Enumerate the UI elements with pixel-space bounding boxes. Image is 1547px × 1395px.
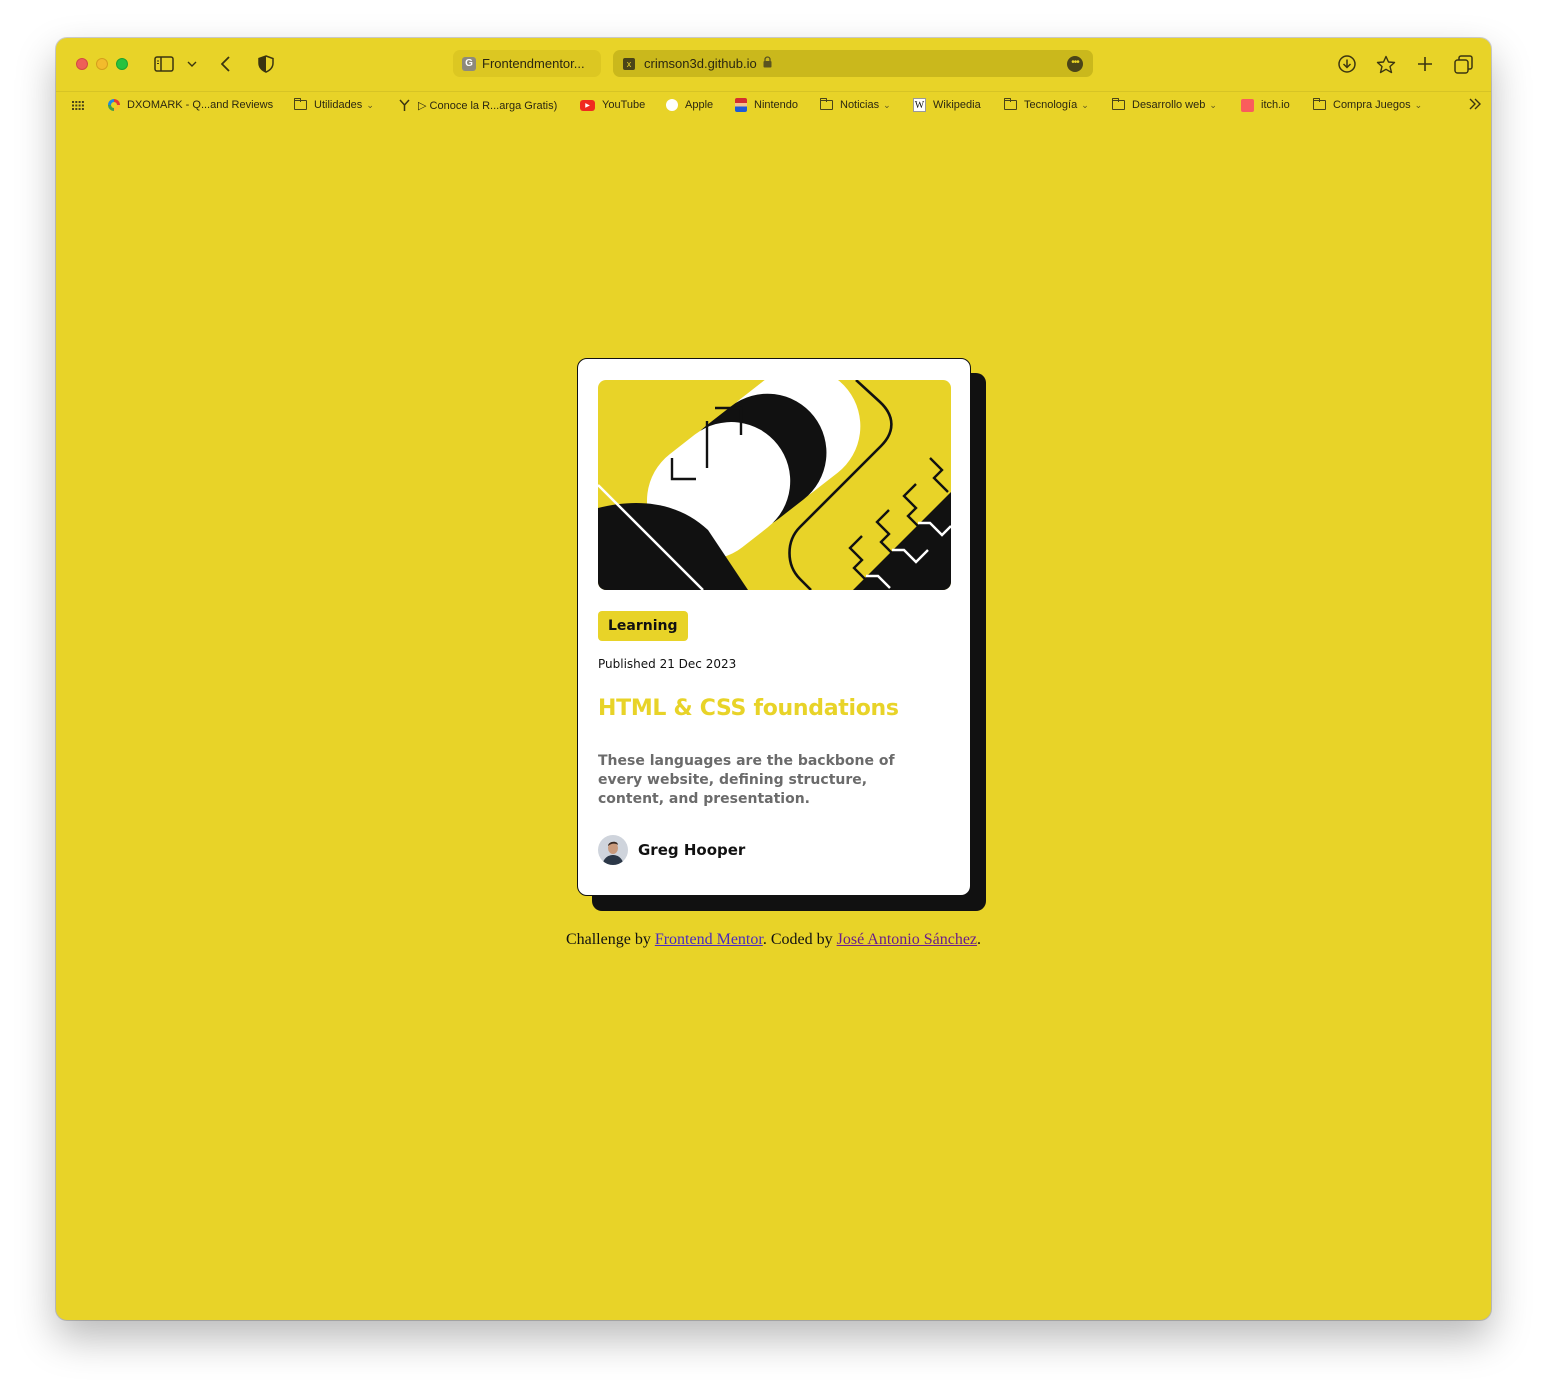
bookmark-label: Nintendo [754,99,799,111]
attribution-middle: . Coded by [762,931,837,948]
folder-icon [294,98,307,110]
card-illustration [598,380,951,590]
close-window-button[interactable] [76,58,88,70]
chevron-down-icon: ⌄ [1414,99,1423,110]
bookmark-folder-noticias[interactable]: Noticias ⌄ [820,97,891,113]
tabs-icon[interactable] [1451,52,1475,76]
tab-crimson3d[interactable]: x crimson3d.github.io ••• [613,50,1093,77]
download-icon[interactable] [1335,52,1359,76]
folder-icon [820,98,833,110]
bookmark-folder-compra-juegos[interactable]: Compra Juegos ⌄ [1313,97,1422,113]
card-title[interactable]: HTML & CSS foundations [598,696,899,721]
chevron-down-icon: ⌄ [1209,99,1217,110]
folder-icon [1112,98,1125,110]
bookmark-label: itch.io [1261,99,1290,111]
bookmark-conoce[interactable]: ▷ Conoce la R...arga Gratis) [398,97,557,113]
frontend-mentor-link[interactable]: Frontend Mentor [655,931,763,948]
folder-icon [1004,98,1017,110]
chevron-down-icon: ⌄ [1081,99,1089,110]
avatar [598,835,628,865]
bookmark-itch[interactable]: itch.io [1241,97,1290,113]
dxomark-icon [107,99,120,111]
itch-icon [1241,98,1254,112]
bookmark-label: YouTube [602,99,646,111]
author-link[interactable]: José Antonio Sánchez [837,931,977,948]
bookmark-youtube[interactable]: ▶ YouTube [580,97,645,113]
back-arrow-icon[interactable] [214,52,238,76]
bookmarks-bar: DXOMARK - Q...and Reviews Utilidades ⌄ ▷… [56,91,1491,117]
site-favicon-icon: x [623,57,635,70]
bookmark-folder-desarrollo-web[interactable]: Desarrollo web ⌄ [1112,97,1217,113]
attribution-suffix: . [977,931,982,948]
bookmark-label: Utilidades [314,99,363,111]
address-bar-url[interactable]: crimson3d.github.io [644,56,757,71]
folder-icon [1313,98,1326,110]
sidebar-icon[interactable] [152,52,176,76]
minimize-window-button[interactable] [96,58,108,70]
bookmark-dxomark[interactable]: DXOMARK - Q...and Reviews [107,97,273,113]
browser-window: G Frontendmentor... x crimson3d.github.i… [56,38,1491,1320]
apps-grid-icon[interactable] [72,97,84,113]
apple-icon [665,99,678,111]
bookmark-wikipedia[interactable]: W Wikipedia [913,97,981,113]
more-options-icon[interactable]: ••• [1067,56,1083,72]
plus-icon[interactable] [1413,52,1437,76]
mario-icon [734,98,747,112]
category-badge: Learning [598,611,688,641]
bookmark-folder-utilidades[interactable]: Utilidades ⌄ [294,97,374,113]
browser-toolbar: G Frontendmentor... x crimson3d.github.i… [56,38,1491,90]
chevron-down-icon[interactable] [182,52,202,76]
link-icon [398,98,411,112]
published-date: Published 21 Dec 2023 [598,657,737,671]
bookmark-label: Wikipedia [933,99,981,111]
bookmark-label: ▷ Conoce la R...arga Gratis) [418,99,558,112]
bookmark-nintendo[interactable]: Nintendo [734,97,798,113]
bookmark-label: DXOMARK - Q...and Reviews [127,99,274,111]
blog-preview-card: Learning Published 21 Dec 2023 HTML & CS… [577,358,971,896]
attribution: Challenge by Frontend Mentor. Coded by J… [56,931,1491,949]
chevron-down-icon: ⌄ [366,99,374,110]
bookmark-apple[interactable]: Apple [665,97,713,113]
wikipedia-icon: W [913,98,926,112]
youtube-icon: ▶ [580,99,595,111]
shield-icon[interactable] [254,52,278,76]
maximize-window-button[interactable] [116,58,128,70]
tab-label: Frontendmentor... [482,56,585,71]
bookmark-label: Compra Juegos [1333,99,1411,111]
author-name: Greg Hooper [638,841,746,859]
bookmark-label: Desarrollo web [1132,99,1206,111]
tab-frontendmentor[interactable]: G Frontendmentor... [453,50,601,77]
card-description: These languages are the backbone of ever… [598,753,895,807]
chevron-down-icon: ⌄ [883,99,891,110]
frontendmentor-favicon-icon: G [462,56,476,71]
bookmark-folder-tecnologia[interactable]: Tecnología ⌄ [1004,97,1089,113]
bookmark-label: Apple [685,99,714,111]
bookmark-label: Tecnología [1024,99,1078,111]
author: Greg Hooper [598,835,745,865]
attribution-prefix: Challenge by [565,931,655,948]
more-bookmarks-icon[interactable] [1468,96,1482,112]
star-icon[interactable] [1374,52,1398,76]
lock-icon [763,56,772,71]
bookmark-label: Noticias [840,99,880,111]
